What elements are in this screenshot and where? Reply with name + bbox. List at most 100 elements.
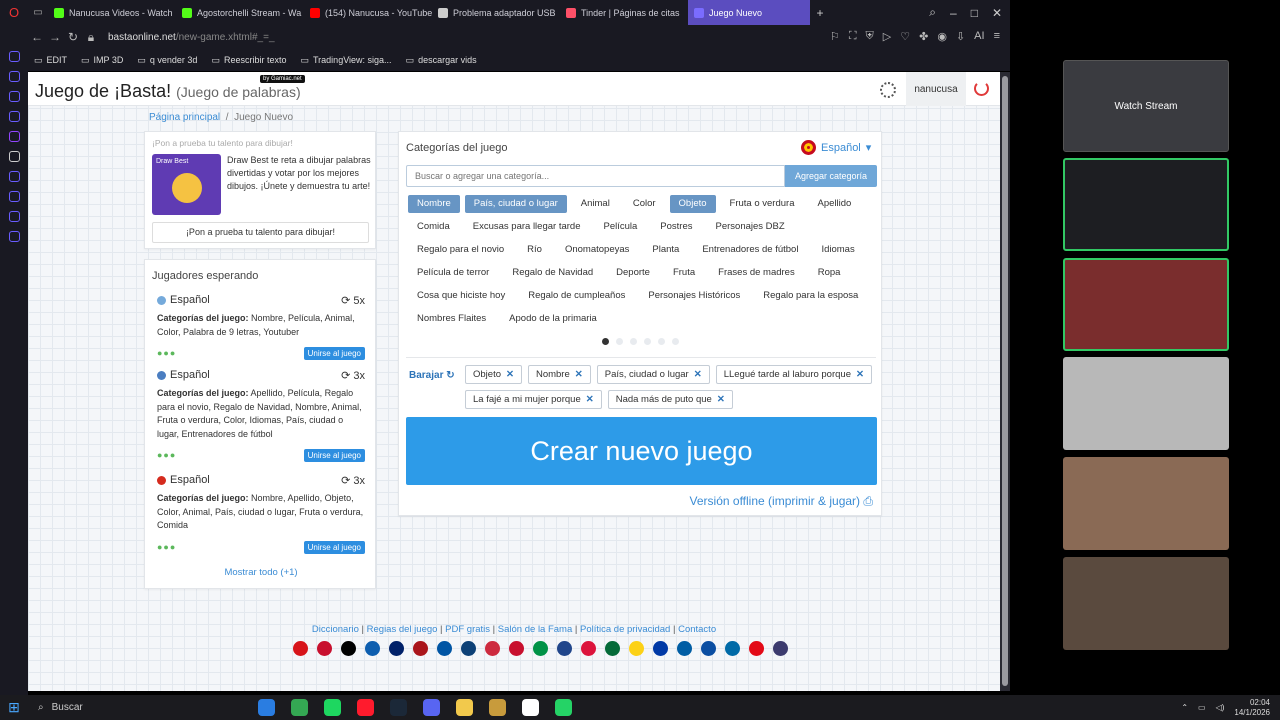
back-button[interactable]: ← <box>28 30 46 44</box>
language-flag-icon[interactable] <box>677 641 692 656</box>
site-title[interactable]: Juego de ¡Basta! (Juego de palabras) <box>35 81 301 102</box>
page-dot[interactable] <box>602 338 609 345</box>
create-game-button[interactable]: Crear nuevo juego <box>406 417 877 485</box>
bookmark-item[interactable]: ▭ Reescribir texto <box>211 55 286 66</box>
remove-icon[interactable]: ✕ <box>575 369 583 380</box>
remove-icon[interactable]: ✕ <box>586 394 594 405</box>
category-chip[interactable]: Deporte <box>607 264 659 282</box>
volume-icon[interactable]: ◁) <box>1216 703 1225 712</box>
language-flag-icon[interactable] <box>773 641 788 656</box>
language-flag-icon[interactable] <box>341 641 356 656</box>
join-game-button[interactable]: Unirse al juego <box>303 449 365 462</box>
footer-link[interactable]: Diccionario <box>312 624 359 635</box>
category-chip[interactable]: Ropa <box>809 264 850 282</box>
taskbar-app-icon[interactable] <box>522 699 539 716</box>
category-chip[interactable]: Cosa que hiciste hoy <box>408 287 514 305</box>
language-flag-icon[interactable] <box>701 641 716 656</box>
browser-tab[interactable]: Nanucusa Videos - Watch <box>48 0 176 25</box>
logout-icon[interactable] <box>974 81 989 96</box>
footer-link[interactable]: Salón de la Fama <box>498 624 572 635</box>
category-chip[interactable]: Río <box>518 241 551 259</box>
language-flag-icon[interactable] <box>413 641 428 656</box>
show-all-link[interactable]: Mostrar todo (+1) <box>145 567 377 578</box>
taskbar-app-icon[interactable] <box>357 699 374 716</box>
category-chip[interactable]: Apodo de la primaria <box>500 310 606 328</box>
avatar[interactable]: ◉ <box>937 30 947 43</box>
forward-button[interactable]: → <box>46 30 64 44</box>
category-chip[interactable]: Película <box>594 218 646 236</box>
category-chip[interactable]: Excusas para llegar tarde <box>464 218 590 236</box>
category-chip[interactable]: Planta <box>643 241 688 259</box>
network-icon[interactable]: ▭ <box>1198 703 1206 712</box>
language-flag-icon[interactable] <box>557 641 572 656</box>
category-chip[interactable]: Película de terror <box>408 264 498 282</box>
remove-icon[interactable]: ✕ <box>506 369 514 380</box>
category-chip[interactable]: Objeto <box>669 195 716 213</box>
opera-logo-icon[interactable]: O <box>0 5 28 20</box>
taskbar-app-icon[interactable] <box>489 699 506 716</box>
footer-link[interactable]: Contacto <box>678 624 716 635</box>
language-flag-icon[interactable] <box>629 641 644 656</box>
clock[interactable]: 02:04 14/1/2026 <box>1234 698 1270 718</box>
category-chip[interactable]: País, ciudad o lugar <box>464 195 567 213</box>
ai-button[interactable]: AI <box>974 30 984 43</box>
page-dot[interactable] <box>616 338 623 345</box>
pinboard-icon[interactable] <box>8 211 20 222</box>
play-icon[interactable]: ▷ <box>883 30 891 43</box>
page-dot[interactable] <box>672 338 679 345</box>
extensions-icon[interactable]: ✤ <box>919 30 928 43</box>
remove-icon[interactable]: ✕ <box>717 394 725 405</box>
language-flag-icon[interactable] <box>437 641 452 656</box>
page-dot[interactable] <box>658 338 665 345</box>
bookmark-item[interactable]: ▭ EDIT <box>34 55 67 66</box>
category-chip[interactable]: Personajes DBZ <box>707 218 794 236</box>
webcam-tile[interactable] <box>1063 357 1229 450</box>
settings-icon[interactable] <box>8 231 20 242</box>
category-chip[interactable]: Personajes Históricos <box>639 287 749 305</box>
join-game-button[interactable]: Unirse al juego <box>303 541 365 554</box>
language-flag-icon[interactable] <box>605 641 620 656</box>
promo-button[interactable]: ¡Pon a prueba tu talento para dibujar! <box>152 222 369 243</box>
download-icon[interactable]: ⇩ <box>956 30 965 43</box>
category-chip[interactable]: Regalo de Navidad <box>503 264 602 282</box>
heart-icon[interactable]: ♡ <box>900 30 910 43</box>
category-chip[interactable]: Idiomas <box>812 241 863 259</box>
player-icon[interactable] <box>8 171 20 182</box>
footer-link[interactable]: Regias del juego <box>367 624 438 635</box>
tab-menu-icon[interactable]: ▭ <box>28 7 48 18</box>
language-flag-icon[interactable] <box>485 641 500 656</box>
maximize-button[interactable]: □ <box>971 6 978 20</box>
bookmark-item[interactable]: ▭ descargar vids <box>406 55 477 66</box>
scrollbar-thumb[interactable] <box>1002 76 1008 686</box>
remove-icon[interactable]: ✕ <box>856 369 864 380</box>
twitch-icon[interactable] <box>8 131 20 142</box>
page-dot[interactable] <box>630 338 637 345</box>
minimize-button[interactable]: – <box>950 6 957 20</box>
search-tabs-icon[interactable]: ⌕ <box>929 5 936 20</box>
taskbar-app-icon[interactable] <box>324 699 341 716</box>
language-flag-icon[interactable] <box>389 641 404 656</box>
language-flag-icon[interactable] <box>317 641 332 656</box>
username[interactable]: nanucusa <box>906 72 966 106</box>
webcam-tile[interactable] <box>1063 457 1229 550</box>
browser-tab[interactable]: Agostorchelli Stream - Wa <box>176 0 304 25</box>
category-chip[interactable]: Animal <box>572 195 619 213</box>
reload-button[interactable]: ↻ <box>64 30 82 44</box>
category-chip[interactable]: Fruta o verdura <box>721 195 804 213</box>
remove-icon[interactable]: ✕ <box>694 369 702 380</box>
language-flag-icon[interactable] <box>365 641 380 656</box>
browser-tab[interactable]: Problema adaptador USB <box>432 0 560 25</box>
tray-chevron-icon[interactable]: ⌃ <box>1181 703 1188 712</box>
category-chip[interactable]: Color <box>624 195 665 213</box>
whatsapp-icon[interactable] <box>8 71 20 82</box>
category-chip[interactable]: Regalo para la esposa <box>754 287 867 305</box>
bookmark-icon[interactable]: ⚐ <box>830 30 840 43</box>
webcam-tile[interactable] <box>1063 557 1229 650</box>
taskbar-app-icon[interactable] <box>555 699 572 716</box>
bookmark-item[interactable]: ▭ q vender 3d <box>137 55 197 66</box>
language-flag-icon[interactable] <box>533 641 548 656</box>
language-flag-icon[interactable] <box>461 641 476 656</box>
category-chip[interactable]: Fruta <box>664 264 704 282</box>
taskbar-app-icon[interactable] <box>390 699 407 716</box>
page-dot[interactable] <box>644 338 651 345</box>
